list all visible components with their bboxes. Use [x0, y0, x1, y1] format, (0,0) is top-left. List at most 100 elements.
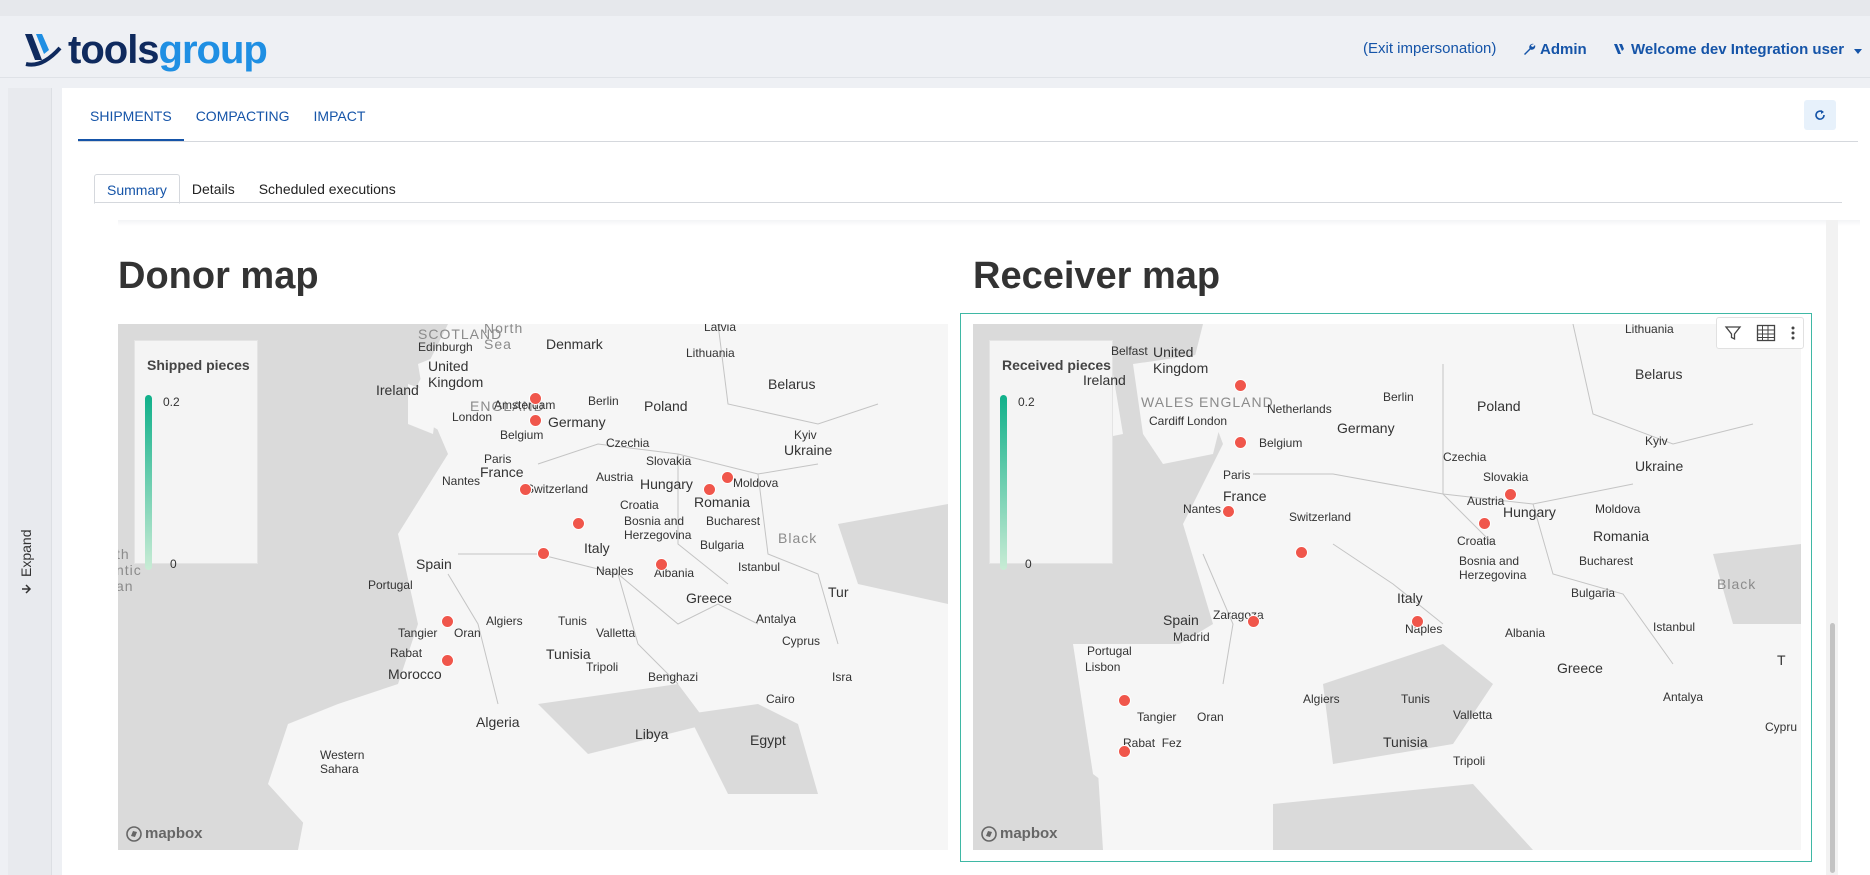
admin-link[interactable]: Admin — [1522, 41, 1587, 58]
map-label-wales: WALES — [1141, 394, 1195, 410]
map-point[interactable] — [702, 482, 716, 496]
map-point[interactable] — [518, 482, 532, 496]
map-label-netherlands: Netherlands — [1267, 402, 1332, 416]
map-label-tunisia: Tunisia — [1383, 734, 1428, 750]
map-label-cyprus: Cyprus — [782, 634, 821, 648]
map-label-isra: Isra — [832, 670, 853, 684]
map-label-western-sahara: Western Sahara — [320, 748, 365, 776]
receiver-legend-gradient — [1000, 395, 1007, 570]
refresh-icon — [1815, 110, 1825, 120]
map-label-edinburgh: Edinburgh — [418, 340, 473, 354]
tab-scheduled-executions[interactable]: Scheduled executions — [247, 174, 408, 204]
map-label-bucharest: Bucharest — [706, 514, 761, 528]
mapbox-logo[interactable]: mapbox — [981, 825, 1058, 842]
map-point[interactable] — [440, 614, 454, 628]
map-label-slovakia: Slovakia — [1483, 470, 1529, 484]
map-label-algiers: Algiers — [1303, 692, 1340, 706]
expand-label: Expand — [18, 529, 34, 577]
map-label-poland: Poland — [1477, 398, 1521, 414]
map-label-latvia: Latvia — [704, 324, 737, 334]
tab-compacting[interactable]: COMPACTING — [184, 88, 302, 142]
map-label-united-kingdom: United Kingdom — [428, 358, 484, 390]
map-label-istanbul: Istanbul — [1653, 620, 1696, 634]
map-point[interactable] — [721, 470, 735, 484]
map-point[interactable] — [1117, 744, 1131, 758]
user-menu[interactable]: Welcome dev Integration user — [1613, 41, 1867, 58]
map-point[interactable] — [1221, 504, 1235, 518]
receiver-legend-max: 0.2 — [1018, 395, 1035, 409]
map-label-tunis: Tunis — [1401, 692, 1430, 706]
map-label-czechia: Czechia — [1443, 450, 1487, 464]
filter-icon[interactable] — [1724, 324, 1742, 342]
map-label-bulgaria: Bulgaria — [1571, 586, 1616, 600]
content-scrollbar-thumb[interactable] — [1830, 623, 1835, 873]
app-header: toolsgroup (Exit impersonation) Admin We… — [0, 16, 1870, 78]
map-label-switzerland: Switzerland — [526, 482, 589, 496]
map-label-belarus: Belarus — [768, 376, 816, 392]
map-point[interactable] — [1246, 614, 1260, 628]
tab-details[interactable]: Details — [180, 174, 247, 204]
welcome-label: Welcome dev Integration user — [1631, 41, 1845, 58]
donor-legend-max: 0.2 — [163, 395, 180, 409]
exit-impersonation-link[interactable]: (Exit impersonation) — [1363, 40, 1496, 57]
mapbox-logo[interactable]: mapbox — [126, 825, 203, 842]
map-label-hungary: Hungary — [1503, 504, 1556, 520]
top-strip — [0, 0, 1870, 16]
map-point[interactable] — [1234, 378, 1248, 392]
map-label-t: T — [1777, 652, 1786, 668]
tab-impact[interactable]: IMPACT — [302, 88, 378, 142]
toolsgroup-logo[interactable]: toolsgroup — [22, 28, 268, 72]
sub-tabs: Summary Details Scheduled executions — [94, 174, 408, 204]
refresh-button[interactable] — [1804, 100, 1836, 130]
map-point[interactable] — [1117, 694, 1131, 708]
map-label-berlin: Berlin — [588, 394, 619, 408]
tab-summary[interactable]: Summary — [94, 174, 180, 204]
donor-legend-gradient — [145, 395, 152, 570]
map-label-antalya: Antalya — [756, 612, 797, 626]
table-icon[interactable] — [1756, 324, 1776, 342]
toolsgroup-logo-icon — [25, 34, 62, 67]
map-label-cardiff: Cardiff — [1149, 414, 1185, 428]
map-point[interactable] — [1294, 545, 1308, 559]
map-label-kyiv: Kyiv — [1645, 434, 1668, 448]
map-label-egypt: Egypt — [750, 732, 786, 748]
expand-button[interactable]: Expand — [18, 530, 34, 595]
map-label-rabat-fez: Rabat Fez — [1123, 736, 1182, 750]
map-label-austria: Austria — [1467, 494, 1505, 508]
map-label-spain: Spain — [416, 556, 452, 572]
map-label-bucharest: Bucharest — [1579, 554, 1634, 568]
mapbox-label: mapbox — [1000, 825, 1058, 842]
arrow-right-icon — [22, 584, 32, 594]
map-label-germany: Germany — [548, 414, 606, 430]
receiver-map[interactable]: Received pieces 0.2 0 Lithuania Belfast Un… — [973, 324, 1801, 850]
content-top-edge — [118, 220, 1860, 226]
map-label-france: France — [480, 464, 524, 480]
receiver-legend-min: 0 — [1025, 557, 1032, 571]
map-label-atlantic: th ntic an — [118, 546, 142, 594]
map-point[interactable] — [654, 558, 668, 572]
map-label-amsterdam: Amsterdam — [494, 398, 556, 412]
map-point[interactable] — [440, 653, 454, 667]
more-vertical-icon[interactable] — [1790, 324, 1796, 342]
map-label-portugal: Portugal — [368, 578, 413, 592]
map-label-london: London — [1187, 414, 1228, 428]
receiver-map-title: Receiver map — [973, 255, 1221, 297]
tab-shipments[interactable]: SHIPMENTS — [78, 88, 184, 142]
donor-map[interactable]: Shipped pieces 0.2 0 North Sea Denmark Lat… — [118, 324, 948, 850]
map-label-hungary: Hungary — [640, 476, 693, 492]
map-label-germany: Germany — [1337, 420, 1395, 436]
map-point[interactable] — [1477, 516, 1491, 530]
map-label-moldova: Moldova — [1595, 502, 1641, 516]
map-label-france: France — [1223, 488, 1267, 504]
map-label-libya: Libya — [635, 726, 669, 742]
map-label-rabat: Rabat — [390, 646, 423, 660]
map-label-poland: Poland — [644, 398, 688, 414]
map-point[interactable] — [529, 391, 543, 405]
map-label-nantes: Nantes — [442, 474, 481, 488]
receiver-legend-title: Received pieces — [1002, 357, 1111, 373]
map-label-ukraine: Ukraine — [1635, 458, 1684, 474]
map-label-belfast: Belfast — [1111, 344, 1148, 358]
map-label-algiers: Algiers — [486, 614, 523, 628]
map-label-spain: Spain — [1163, 612, 1199, 628]
mapbox-label: mapbox — [145, 825, 203, 842]
